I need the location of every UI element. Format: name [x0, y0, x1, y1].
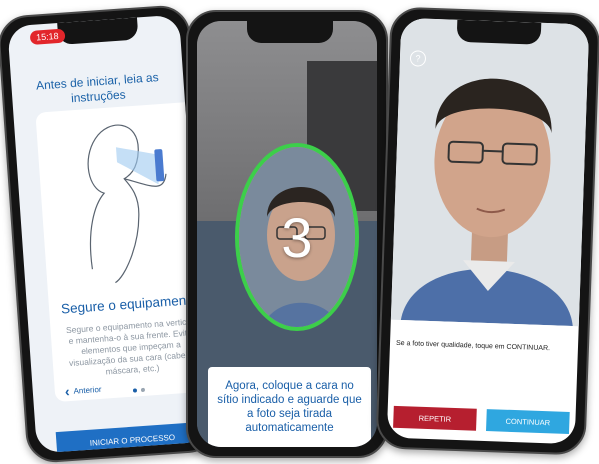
card-body: Segure o equipamento na vertical e mante… [65, 316, 195, 377]
repeat-button[interactable]: REPETIR [393, 405, 477, 431]
previous-label: Anterior [73, 384, 102, 396]
phone-face-capture: 3 Agora, coloque a cara no sítio indicad… [186, 10, 388, 458]
quality-message: Se a foto tiver qualidade, toque em CONT… [395, 339, 551, 353]
chevron-left-icon: ‹ [64, 383, 71, 400]
review-screen: ? Se a foto tiver qualidade, toque em CO… [386, 17, 590, 445]
instruction-card: Segure o equipamento na Segure o equipam… [35, 102, 206, 403]
capture-screen: 3 Agora, coloque a cara no sítio indicad… [197, 21, 377, 447]
phone-photo-review: ? Se a foto tiver qualidade, toque em CO… [375, 6, 599, 456]
instructions-screen: 15:18 Antes de iniciar, leia as instruçõ… [7, 14, 209, 454]
action-buttons: REPETIR CONTINUAR [393, 405, 570, 434]
phone-notch [57, 17, 139, 45]
previous-link[interactable]: ‹ Anterior [64, 381, 102, 400]
status-time-badge: 15:18 [29, 28, 66, 45]
selfie-illustration [87, 124, 167, 284]
page-dot [132, 388, 138, 393]
capture-instruction: Agora, coloque a cara no sítio indicado … [208, 367, 371, 447]
phone-notch [247, 21, 333, 43]
countdown-number: 3 [281, 205, 313, 269]
page-indicator [132, 387, 146, 393]
phone-notch [456, 19, 542, 45]
page-dot [140, 387, 146, 393]
card-title: Segure o equipamento na [60, 291, 200, 317]
continue-button[interactable]: CONTINUAR [486, 409, 570, 434]
